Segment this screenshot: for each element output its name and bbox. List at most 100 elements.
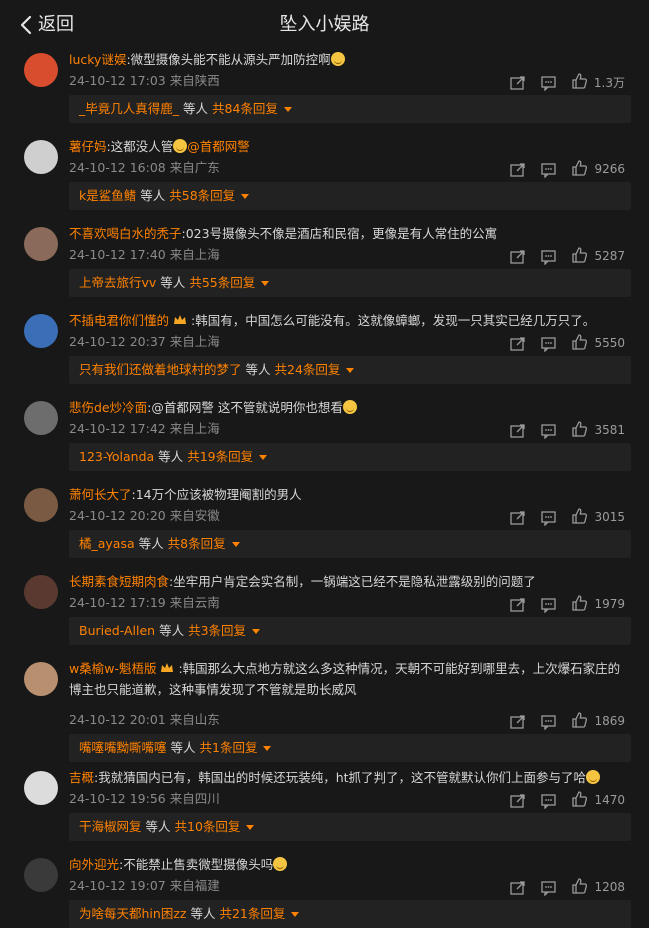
like-button[interactable]: 1869 xyxy=(571,711,625,731)
reply-username[interactable]: 干海椒网复 xyxy=(79,818,142,836)
reply-preview[interactable]: k是鲨鱼鳍 等人 共58条回复 xyxy=(69,182,631,210)
like-button[interactable]: 3015 xyxy=(571,507,625,527)
share-icon[interactable] xyxy=(509,713,526,730)
comment-text: :坐牢用户肯定会实名制，一锅端这已经不是隐私泄露级别的问题了 xyxy=(169,574,536,589)
comment-icon[interactable] xyxy=(540,335,557,352)
comment-text-line: 悲伤de炒冷面:@首都网警 这不管就说明你也想看 xyxy=(69,397,631,418)
username[interactable]: w桑榆w-魁梧版 xyxy=(69,661,156,676)
avatar[interactable] xyxy=(24,227,58,261)
reply-count[interactable]: 共10条回复 xyxy=(175,818,241,836)
username[interactable]: 吉概 xyxy=(69,770,94,785)
share-icon[interactable] xyxy=(509,596,526,613)
reply-preview[interactable]: Buried-Allen 等人 共3条回复 xyxy=(69,617,631,645)
reply-count[interactable]: 共21条回复 xyxy=(219,905,285,923)
comment-icon[interactable] xyxy=(540,792,557,809)
share-icon[interactable] xyxy=(509,161,526,178)
username[interactable]: 长期素食短期肉食 xyxy=(69,574,169,589)
share-icon[interactable] xyxy=(509,422,526,439)
reply-count[interactable]: 共1条回复 xyxy=(200,739,258,757)
avatar[interactable] xyxy=(24,858,58,892)
username[interactable]: 不喜欢喝白水的秃子 xyxy=(69,226,182,241)
reply-count[interactable]: 共55条回复 xyxy=(189,274,255,292)
like-button[interactable]: 5287 xyxy=(571,246,625,266)
username[interactable]: 萧何长大了 xyxy=(69,487,132,502)
like-button[interactable]: 1208 xyxy=(571,877,625,897)
reply-count[interactable]: 共8条回复 xyxy=(168,535,226,553)
reply-others-label: 等人 xyxy=(190,906,216,921)
reply-username[interactable]: Buried-Allen xyxy=(79,622,155,640)
like-button[interactable]: 5550 xyxy=(571,333,625,353)
comment-icon[interactable] xyxy=(540,509,557,526)
reply-username[interactable]: 123-Yolanda xyxy=(79,448,154,466)
share-icon[interactable] xyxy=(509,509,526,526)
share-icon[interactable] xyxy=(509,248,526,265)
thumbs-up-icon xyxy=(571,159,588,179)
reply-preview[interactable]: 只有我们还做着地球村的梦了 等人 共24条回复 xyxy=(69,356,631,384)
comment-meta: 24-10-12 20:20 来自安徽 xyxy=(69,508,220,523)
reply-username[interactable]: 只有我们还做着地球村的梦了 xyxy=(79,361,242,379)
avatar[interactable] xyxy=(24,575,58,609)
comment-icon[interactable] xyxy=(540,596,557,613)
reply-others-label: 等人 xyxy=(145,819,171,834)
crown-icon xyxy=(173,311,187,324)
comment-icon[interactable] xyxy=(540,248,557,265)
like-button[interactable]: 9266 xyxy=(571,159,625,179)
avatar[interactable] xyxy=(24,53,58,87)
chevron-down-icon xyxy=(291,911,300,917)
comment-icon[interactable] xyxy=(540,713,557,730)
reply-username[interactable]: 橘_ayasa xyxy=(79,535,135,553)
comment-actions: 1208 xyxy=(509,877,625,897)
reply-count[interactable]: 共58条回复 xyxy=(169,187,235,205)
reply-username[interactable]: 上帝去旅行vv xyxy=(79,274,156,292)
reply-preview[interactable]: _毕竟几人真得鹿_ 等人 共84条回复 xyxy=(69,95,631,123)
comment-text-line: 不插电君你们懂的:韩国有，中国怎么可能没有。这就像蟑螂，发现一只其实已经几万只了… xyxy=(69,310,631,331)
like-button[interactable]: 1979 xyxy=(571,594,625,614)
username[interactable]: 悲伤de炒冷面 xyxy=(69,400,147,415)
reply-preview[interactable]: 123-Yolanda 等人 共19条回复 xyxy=(69,443,631,471)
avatar[interactable] xyxy=(24,314,58,348)
reply-preview[interactable]: 上帝去旅行vv 等人 共55条回复 xyxy=(69,269,631,297)
reply-preview[interactable]: 嘴噻嘴黝嘶嘴噻 等人 共1条回复 xyxy=(69,734,631,762)
chevron-down-icon xyxy=(252,628,261,634)
comment-actions: 9266 xyxy=(509,159,625,179)
share-icon[interactable] xyxy=(509,74,526,91)
username[interactable]: 薯仔妈 xyxy=(69,139,107,154)
like-button[interactable]: 1.3万 xyxy=(571,72,625,92)
like-button[interactable]: 3581 xyxy=(571,420,625,440)
reply-count[interactable]: 共3条回复 xyxy=(188,622,246,640)
reply-count[interactable]: 共19条回复 xyxy=(187,448,253,466)
comment-icon[interactable] xyxy=(540,161,557,178)
like-button[interactable]: 1470 xyxy=(571,790,625,810)
mention-link[interactable]: @首都网警 xyxy=(187,139,250,154)
thumbs-up-icon xyxy=(571,246,588,266)
reply-preview[interactable]: 干海椒网复 等人 共10条回复 xyxy=(69,813,631,841)
reply-username[interactable]: k是鲨鱼鳍 xyxy=(79,187,136,205)
share-icon[interactable] xyxy=(509,792,526,809)
comment-icon[interactable] xyxy=(540,879,557,896)
comment-text-line: 长期素食短期肉食:坐牢用户肯定会实名制，一锅端这已经不是隐私泄露级别的问题了 xyxy=(69,571,631,592)
avatar[interactable] xyxy=(24,771,58,805)
comment-icon[interactable] xyxy=(540,422,557,439)
share-icon[interactable] xyxy=(509,335,526,352)
reply-preview[interactable]: 为啥每天都hin困zz 等人 共21条回复 xyxy=(69,900,631,928)
avatar[interactable] xyxy=(24,401,58,435)
reply-preview[interactable]: 橘_ayasa 等人 共8条回复 xyxy=(69,530,631,558)
avatar[interactable] xyxy=(24,662,58,696)
reply-username[interactable]: 为啥每天都hin困zz xyxy=(79,905,186,923)
avatar[interactable] xyxy=(24,488,58,522)
reply-count[interactable]: 共84条回复 xyxy=(212,100,278,118)
username[interactable]: lucky谜娱 xyxy=(69,52,126,67)
reply-count[interactable]: 共24条回复 xyxy=(275,361,341,379)
username[interactable]: 向外迎光 xyxy=(69,857,119,872)
avatar[interactable] xyxy=(24,140,58,174)
comment-meta: 24-10-12 16:08 来自广东 xyxy=(69,160,220,175)
share-icon[interactable] xyxy=(509,879,526,896)
comment-icon[interactable] xyxy=(540,74,557,91)
thumbs-up-icon xyxy=(571,877,588,897)
thumbs-up-icon xyxy=(571,790,588,810)
blush-face-icon xyxy=(173,139,188,153)
reply-username[interactable]: 嘴噻嘴黝嘶嘴噻 xyxy=(79,739,167,757)
username[interactable]: 不插电君你们懂的 xyxy=(69,313,169,328)
reply-username[interactable]: _毕竟几人真得鹿_ xyxy=(79,100,179,118)
comment-actions: 5550 xyxy=(509,333,625,353)
